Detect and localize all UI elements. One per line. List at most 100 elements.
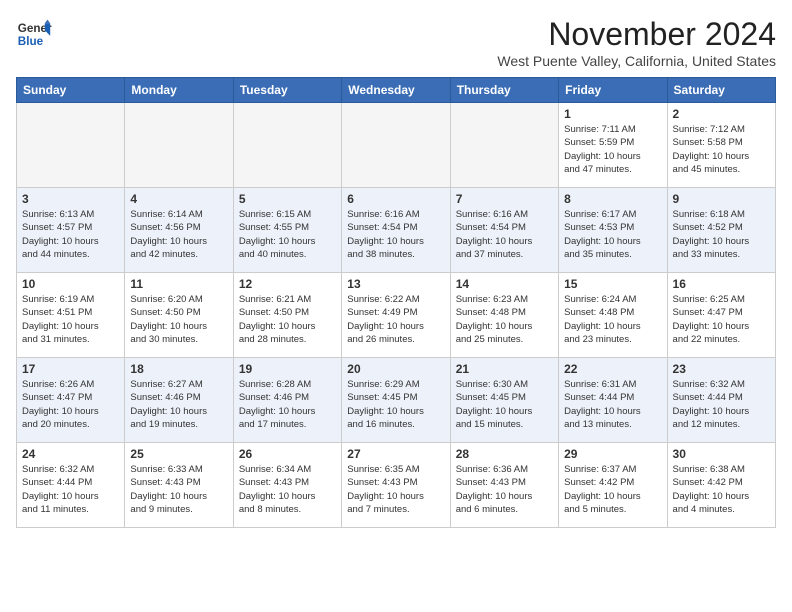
calendar-day: 2 Sunrise: 7:12 AM Sunset: 5:58 PM Daylig… <box>667 103 775 188</box>
calendar-day: 13 Sunrise: 6:22 AM Sunset: 4:49 PM Dayli… <box>342 273 450 358</box>
day-number: 4 <box>130 192 227 206</box>
day-info: Sunrise: 6:23 AM Sunset: 4:48 PM Dayligh… <box>456 293 553 346</box>
calendar-table: SundayMondayTuesdayWednesdayThursdayFrid… <box>16 77 776 528</box>
day-number: 30 <box>673 447 770 461</box>
day-number: 8 <box>564 192 661 206</box>
day-number: 20 <box>347 362 444 376</box>
day-info: Sunrise: 6:14 AM Sunset: 4:56 PM Dayligh… <box>130 208 227 261</box>
day-number: 12 <box>239 277 336 291</box>
calendar-week-row: 10 Sunrise: 6:19 AM Sunset: 4:51 PM Dayli… <box>17 273 776 358</box>
day-number: 2 <box>673 107 770 121</box>
day-number: 24 <box>22 447 119 461</box>
day-info: Sunrise: 6:33 AM Sunset: 4:43 PM Dayligh… <box>130 463 227 516</box>
calendar-day: 14 Sunrise: 6:23 AM Sunset: 4:48 PM Dayli… <box>450 273 558 358</box>
day-number: 7 <box>456 192 553 206</box>
day-info: Sunrise: 7:11 AM Sunset: 5:59 PM Dayligh… <box>564 123 661 176</box>
calendar-day: 16 Sunrise: 6:25 AM Sunset: 4:47 PM Dayli… <box>667 273 775 358</box>
calendar-day: 21 Sunrise: 6:30 AM Sunset: 4:45 PM Dayli… <box>450 358 558 443</box>
day-info: Sunrise: 6:19 AM Sunset: 4:51 PM Dayligh… <box>22 293 119 346</box>
day-info: Sunrise: 6:22 AM Sunset: 4:49 PM Dayligh… <box>347 293 444 346</box>
day-number: 14 <box>456 277 553 291</box>
calendar-day: 23Sunrise: 6:32 AM Sunset: 4:44 PM Dayli… <box>667 358 775 443</box>
calendar-day: 7 Sunrise: 6:16 AM Sunset: 4:54 PM Daylig… <box>450 188 558 273</box>
calendar-day: 20Sunrise: 6:29 AM Sunset: 4:45 PM Dayli… <box>342 358 450 443</box>
col-header-monday: Monday <box>125 78 233 103</box>
day-number: 10 <box>22 277 119 291</box>
day-number: 15 <box>564 277 661 291</box>
day-info: Sunrise: 6:18 AM Sunset: 4:52 PM Dayligh… <box>673 208 770 261</box>
title-block: November 2024 West Puente Valley, Califo… <box>497 16 776 69</box>
day-number: 16 <box>673 277 770 291</box>
calendar-day: 6 Sunrise: 6:16 AM Sunset: 4:54 PM Daylig… <box>342 188 450 273</box>
day-info: Sunrise: 6:30 AM Sunset: 4:45 PM Dayligh… <box>456 378 553 431</box>
day-info: Sunrise: 6:34 AM Sunset: 4:43 PM Dayligh… <box>239 463 336 516</box>
day-number: 25 <box>130 447 227 461</box>
logo-icon: General Blue <box>16 16 52 52</box>
col-header-wednesday: Wednesday <box>342 78 450 103</box>
day-info: Sunrise: 6:21 AM Sunset: 4:50 PM Dayligh… <box>239 293 336 346</box>
day-info: Sunrise: 6:38 AM Sunset: 4:42 PM Dayligh… <box>673 463 770 516</box>
calendar-day: 26 Sunrise: 6:34 AM Sunset: 4:43 PM Dayli… <box>233 443 341 528</box>
calendar-day <box>17 103 125 188</box>
calendar-day: 19 Sunrise: 6:28 AM Sunset: 4:46 PM Dayli… <box>233 358 341 443</box>
calendar-day <box>233 103 341 188</box>
day-info: Sunrise: 7:12 AM Sunset: 5:58 PM Dayligh… <box>673 123 770 176</box>
day-info: Sunrise: 6:35 AM Sunset: 4:43 PM Dayligh… <box>347 463 444 516</box>
calendar-day: 30 Sunrise: 6:38 AM Sunset: 4:42 PM Dayli… <box>667 443 775 528</box>
day-info: Sunrise: 6:17 AM Sunset: 4:53 PM Dayligh… <box>564 208 661 261</box>
logo: General Blue <box>16 16 52 52</box>
day-info: Sunrise: 6:25 AM Sunset: 4:47 PM Dayligh… <box>673 293 770 346</box>
calendar-day: 9Sunrise: 6:18 AM Sunset: 4:52 PM Daylig… <box>667 188 775 273</box>
calendar-day: 8 Sunrise: 6:17 AM Sunset: 4:53 PM Daylig… <box>559 188 667 273</box>
calendar-day: 1 Sunrise: 7:11 AM Sunset: 5:59 PM Daylig… <box>559 103 667 188</box>
day-info: Sunrise: 6:31 AM Sunset: 4:44 PM Dayligh… <box>564 378 661 431</box>
calendar-day <box>342 103 450 188</box>
calendar-day: 22 Sunrise: 6:31 AM Sunset: 4:44 PM Dayli… <box>559 358 667 443</box>
calendar-day: 24Sunrise: 6:32 AM Sunset: 4:44 PM Dayli… <box>17 443 125 528</box>
day-info: Sunrise: 6:37 AM Sunset: 4:42 PM Dayligh… <box>564 463 661 516</box>
day-info: Sunrise: 6:26 AM Sunset: 4:47 PM Dayligh… <box>22 378 119 431</box>
calendar-header-row: SundayMondayTuesdayWednesdayThursdayFrid… <box>17 78 776 103</box>
col-header-tuesday: Tuesday <box>233 78 341 103</box>
col-header-thursday: Thursday <box>450 78 558 103</box>
day-number: 13 <box>347 277 444 291</box>
calendar-week-row: 1 Sunrise: 7:11 AM Sunset: 5:59 PM Daylig… <box>17 103 776 188</box>
day-number: 22 <box>564 362 661 376</box>
calendar-day: 5 Sunrise: 6:15 AM Sunset: 4:55 PM Daylig… <box>233 188 341 273</box>
page-header: General Blue November 2024 West Puente V… <box>16 16 776 69</box>
month-title: November 2024 <box>497 16 776 53</box>
day-number: 6 <box>347 192 444 206</box>
day-info: Sunrise: 6:13 AM Sunset: 4:57 PM Dayligh… <box>22 208 119 261</box>
day-info: Sunrise: 6:36 AM Sunset: 4:43 PM Dayligh… <box>456 463 553 516</box>
day-number: 21 <box>456 362 553 376</box>
day-number: 5 <box>239 192 336 206</box>
calendar-day <box>450 103 558 188</box>
day-number: 29 <box>564 447 661 461</box>
calendar-day: 27 Sunrise: 6:35 AM Sunset: 4:43 PM Dayli… <box>342 443 450 528</box>
calendar-day: 29 Sunrise: 6:37 AM Sunset: 4:42 PM Dayli… <box>559 443 667 528</box>
day-info: Sunrise: 6:16 AM Sunset: 4:54 PM Dayligh… <box>456 208 553 261</box>
calendar-day: 4 Sunrise: 6:14 AM Sunset: 4:56 PM Daylig… <box>125 188 233 273</box>
calendar-day: 11Sunrise: 6:20 AM Sunset: 4:50 PM Dayli… <box>125 273 233 358</box>
calendar-day: 3 Sunrise: 6:13 AM Sunset: 4:57 PM Daylig… <box>17 188 125 273</box>
day-number: 17 <box>22 362 119 376</box>
calendar-day <box>125 103 233 188</box>
calendar-day: 28Sunrise: 6:36 AM Sunset: 4:43 PM Dayli… <box>450 443 558 528</box>
calendar-day: 15 Sunrise: 6:24 AM Sunset: 4:48 PM Dayli… <box>559 273 667 358</box>
day-info: Sunrise: 6:16 AM Sunset: 4:54 PM Dayligh… <box>347 208 444 261</box>
day-number: 18 <box>130 362 227 376</box>
col-header-sunday: Sunday <box>17 78 125 103</box>
day-number: 19 <box>239 362 336 376</box>
day-info: Sunrise: 6:28 AM Sunset: 4:46 PM Dayligh… <box>239 378 336 431</box>
calendar-day: 10 Sunrise: 6:19 AM Sunset: 4:51 PM Dayli… <box>17 273 125 358</box>
calendar-day: 18Sunrise: 6:27 AM Sunset: 4:46 PM Dayli… <box>125 358 233 443</box>
day-info: Sunrise: 6:24 AM Sunset: 4:48 PM Dayligh… <box>564 293 661 346</box>
day-number: 27 <box>347 447 444 461</box>
day-number: 1 <box>564 107 661 121</box>
calendar-day: 12 Sunrise: 6:21 AM Sunset: 4:50 PM Dayli… <box>233 273 341 358</box>
day-number: 26 <box>239 447 336 461</box>
calendar-week-row: 24Sunrise: 6:32 AM Sunset: 4:44 PM Dayli… <box>17 443 776 528</box>
day-number: 3 <box>22 192 119 206</box>
col-header-saturday: Saturday <box>667 78 775 103</box>
day-info: Sunrise: 6:15 AM Sunset: 4:55 PM Dayligh… <box>239 208 336 261</box>
